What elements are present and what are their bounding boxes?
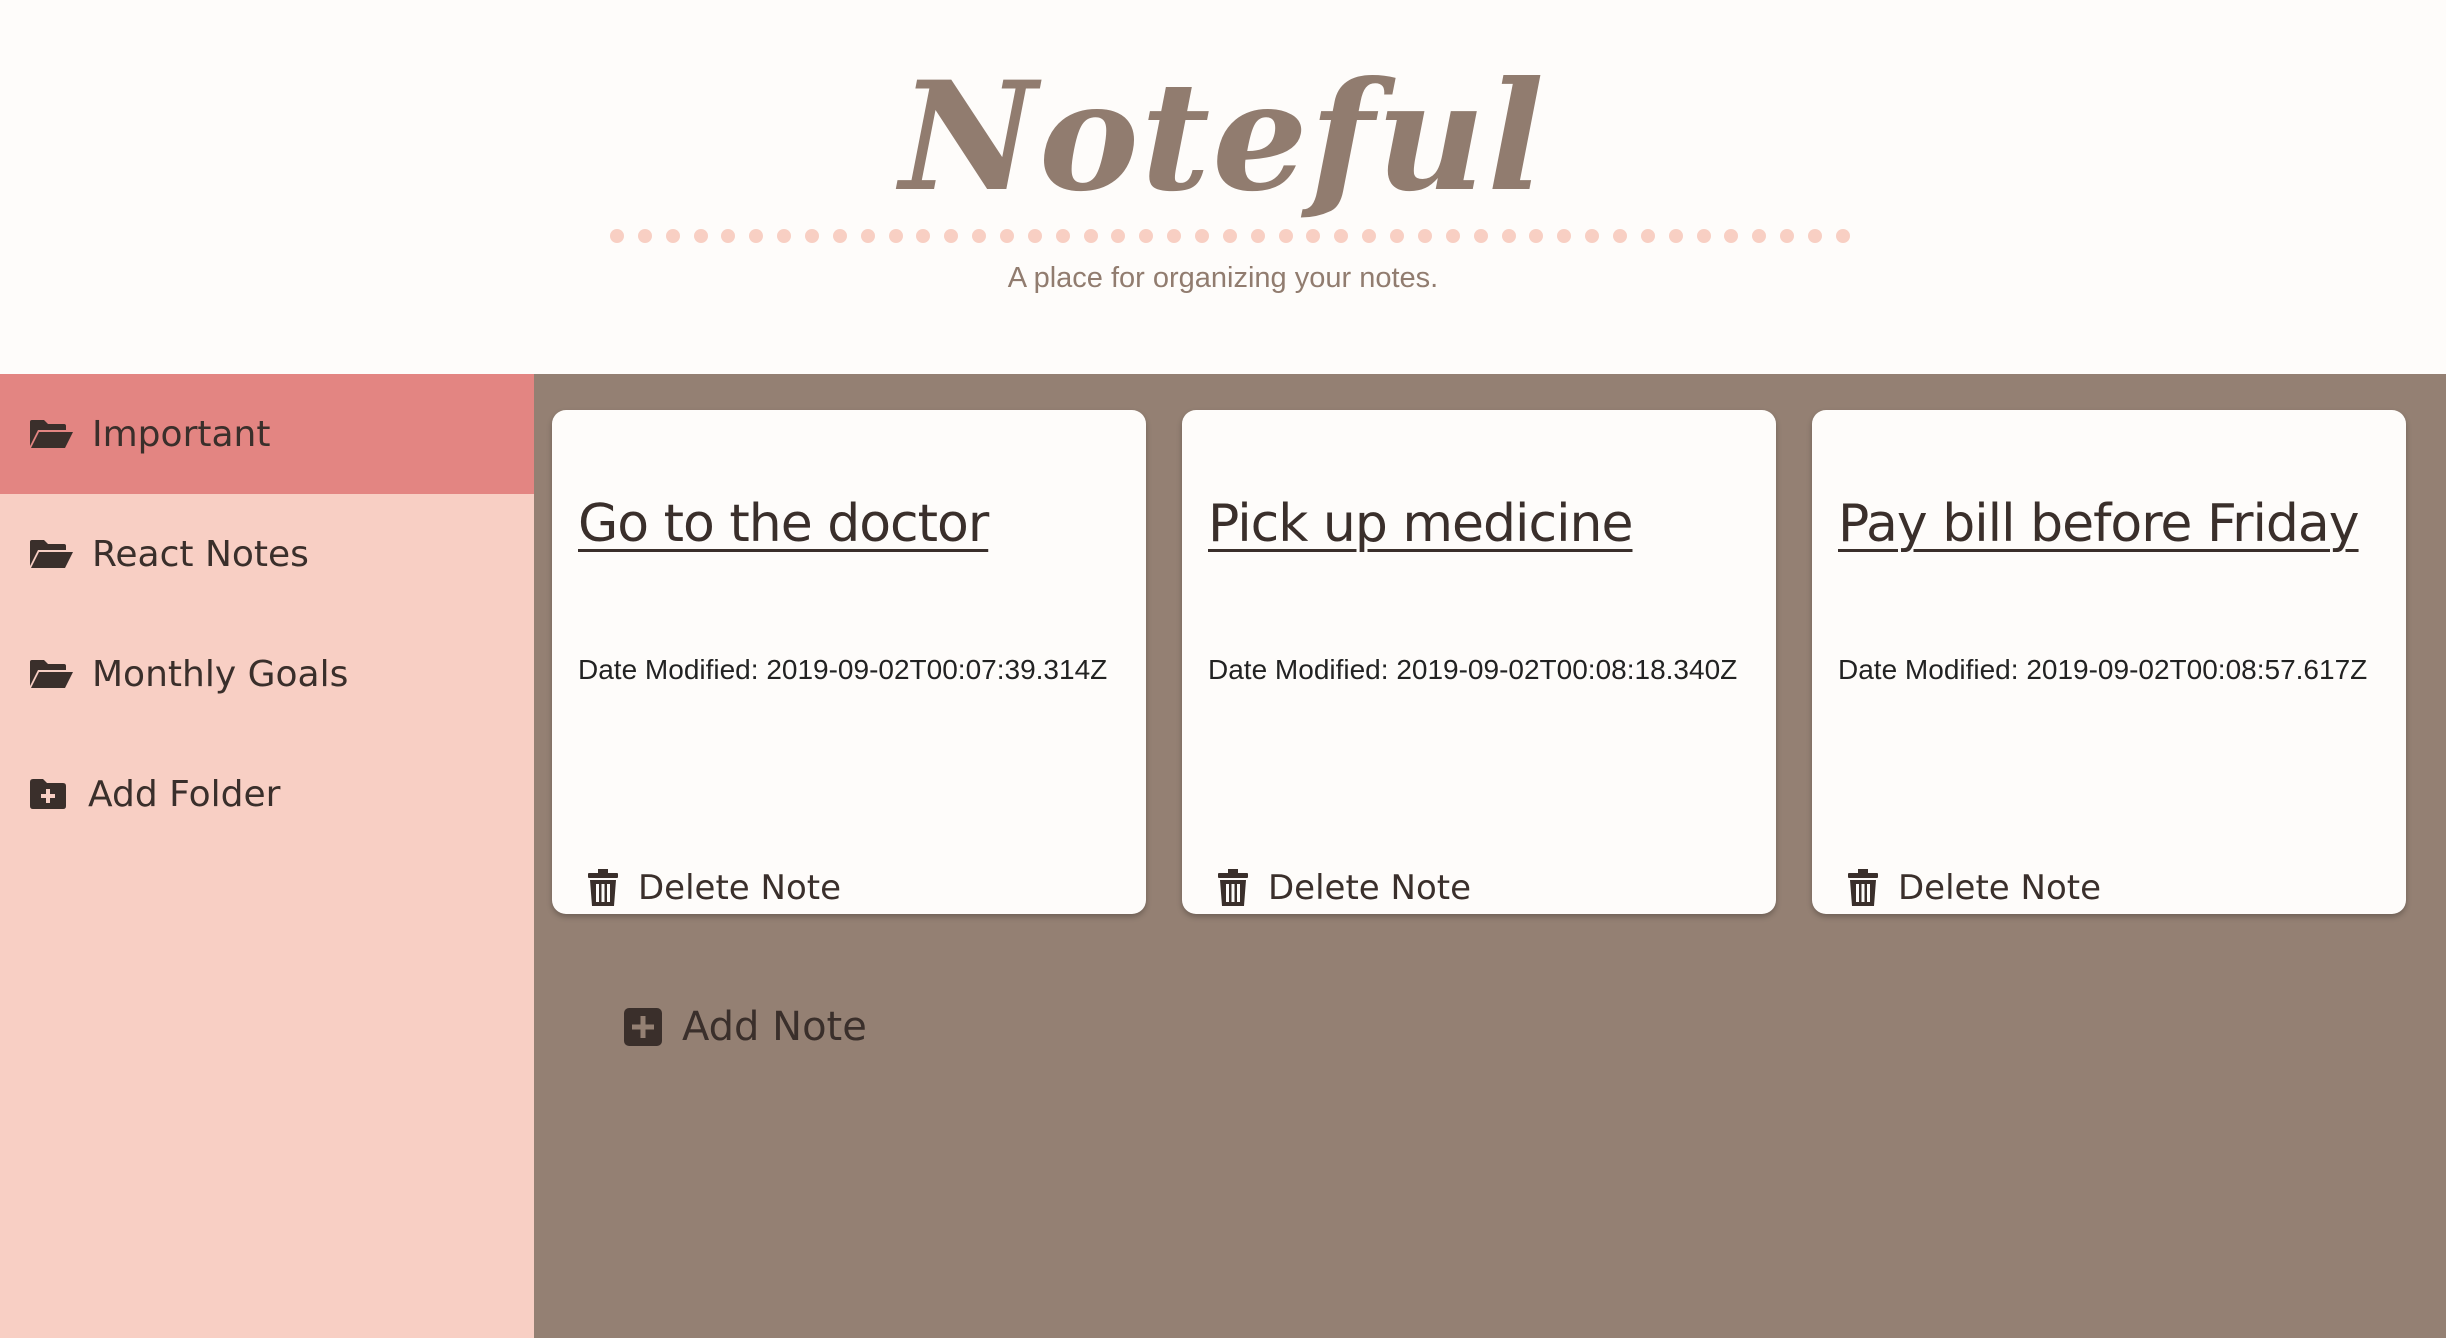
note-title-link[interactable]: Pay bill before Friday bbox=[1838, 494, 2360, 554]
note-card: Pay bill before Friday Date Modified: 20… bbox=[1812, 410, 2406, 914]
folder-label: Monthly Goals bbox=[92, 653, 349, 695]
folder-item-important[interactable]: Important bbox=[0, 374, 534, 494]
note-card: Go to the doctor Date Modified: 2019-09-… bbox=[552, 410, 1146, 914]
note-date: Date Modified: 2019-09-02T00:08:18.340Z bbox=[1208, 654, 1738, 685]
dotted-divider bbox=[610, 228, 1850, 244]
note-title-link[interactable]: Pick up medicine bbox=[1208, 494, 1633, 554]
delete-note-label: Delete Note bbox=[638, 868, 842, 908]
folder-item-monthly-goals[interactable]: Monthly Goals bbox=[0, 614, 534, 734]
folder-open-icon bbox=[28, 417, 76, 451]
folder-plus-icon bbox=[28, 777, 70, 811]
add-folder-label: Add Folder bbox=[88, 773, 281, 815]
trash-icon bbox=[588, 868, 618, 908]
add-note-label: Add Note bbox=[682, 1004, 867, 1050]
folder-label: Important bbox=[92, 413, 271, 455]
notes-panel: Go to the doctor Date Modified: 2019-09-… bbox=[534, 374, 2446, 1338]
tagline: A place for organizing your notes. bbox=[1007, 262, 1439, 294]
trash-icon bbox=[1848, 868, 1878, 908]
delete-note-label: Delete Note bbox=[1898, 868, 2102, 908]
note-date: Date Modified: 2019-09-02T00:08:57.617Z bbox=[1838, 654, 2368, 685]
folder-item-react-notes[interactable]: React Notes bbox=[0, 494, 534, 614]
folder-open-icon bbox=[28, 657, 76, 691]
note-card: Pick up medicine Date Modified: 2019-09-… bbox=[1182, 410, 1776, 914]
trash-icon bbox=[1218, 868, 1248, 908]
note-title-link[interactable]: Go to the doctor bbox=[578, 494, 989, 554]
delete-note-button[interactable]: Delete Note bbox=[1848, 866, 2101, 910]
delete-note-button[interactable]: Delete Note bbox=[588, 866, 841, 910]
delete-note-label: Delete Note bbox=[1268, 868, 1472, 908]
folder-label: React Notes bbox=[92, 533, 309, 575]
plus-square-icon bbox=[624, 1008, 662, 1046]
delete-note-button[interactable]: Delete Note bbox=[1218, 866, 1471, 910]
add-note-button[interactable]: Add Note bbox=[624, 1000, 867, 1054]
app-title[interactable]: Noteful bbox=[0, 52, 2446, 222]
sidebar: Important React Notes Monthly Goals Add … bbox=[0, 374, 534, 1338]
add-folder-button[interactable]: Add Folder bbox=[0, 734, 534, 854]
folder-open-icon bbox=[28, 537, 76, 571]
note-date: Date Modified: 2019-09-02T00:07:39.314Z bbox=[578, 654, 1108, 685]
app-header: Noteful A place for organizing your note… bbox=[0, 0, 2446, 374]
